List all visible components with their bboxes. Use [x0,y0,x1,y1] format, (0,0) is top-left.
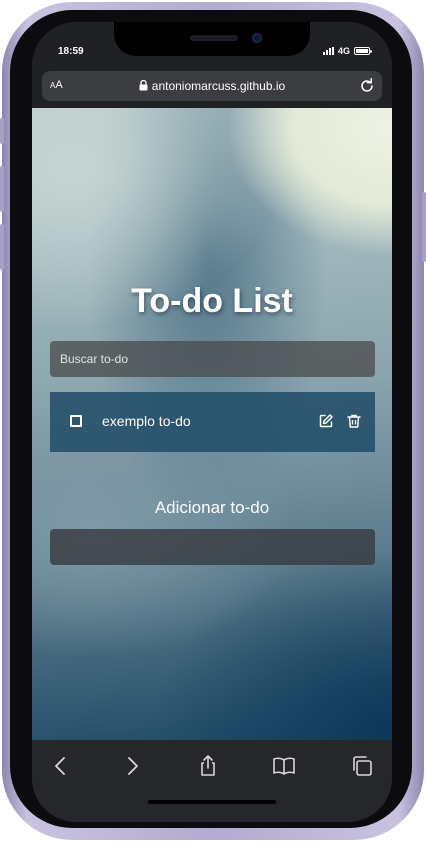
phone-screen: 18:59 4G AA antoniomarcuss.github.io To-… [32,22,392,822]
page-content: To-do List exemplo to-do Adicionar to-do [32,108,392,740]
tabs-icon[interactable] [350,754,374,778]
book-icon[interactable] [272,754,296,778]
reload-icon[interactable] [358,77,376,95]
home-indicator[interactable] [148,800,276,804]
network-type: 4G [337,46,350,56]
volume-up-button [0,166,4,212]
add-todo-heading: Adicionar to-do [154,498,270,517]
notch [114,22,310,56]
page-title: To-do List [131,282,293,320]
edit-icon[interactable] [318,413,334,429]
status-bar: 18:59 4G [32,22,392,66]
browser-toolbar [32,740,392,822]
chevron-left-icon[interactable] [49,754,73,778]
mute-switch [0,118,4,144]
volume-down-button [0,224,4,270]
add-todo-input[interactable] [50,529,375,565]
status-indicators: 4G [322,46,372,56]
url-display[interactable]: antoniomarcuss.github.io [42,79,382,93]
todo-item[interactable]: exemplo to-do [50,392,375,452]
signal-icon [322,47,334,55]
trash-icon[interactable] [346,413,362,429]
url-text: antoniomarcuss.github.io [151,79,286,93]
power-button [422,192,426,262]
share-icon[interactable] [196,754,220,778]
lock-icon [139,80,148,91]
speaker-grille [190,35,238,41]
chevron-right-icon[interactable] [120,754,144,778]
search-input[interactable] [50,341,375,377]
address-bar[interactable]: AA antoniomarcuss.github.io [42,71,382,101]
status-time: 18:59 [58,46,84,57]
battery-icon [354,47,372,55]
camera-lens [252,33,262,43]
todo-checkbox[interactable] [70,415,82,427]
todo-label: exemplo to-do [102,413,191,429]
